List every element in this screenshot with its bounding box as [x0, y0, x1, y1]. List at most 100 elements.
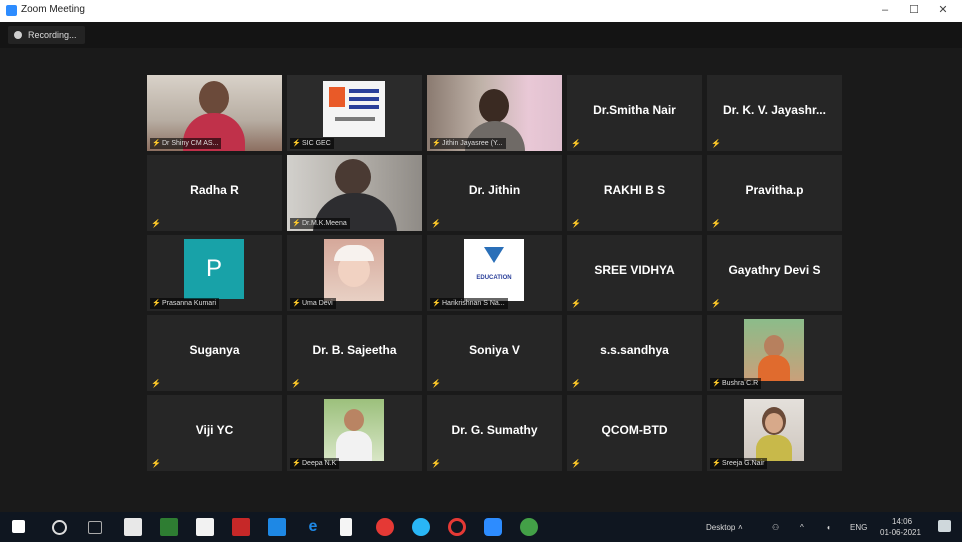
participant-tile[interactable]: ⚡ Dr.M.K.Meena	[287, 155, 422, 231]
participant-tile[interactable]: ⚡ Sreeja G.Nair	[707, 395, 842, 471]
mic-muted-icon: ⚡	[152, 300, 161, 307]
mic-muted-icon: ⚡	[712, 380, 721, 387]
participant-label: ⚡ SIC GEC	[290, 138, 334, 149]
participant-label: ⚡ Prasanna Kumari	[150, 298, 220, 309]
participant-tile[interactable]: s.s.sandhya ⚡	[567, 315, 702, 391]
participant-label: ⚡ Harikrishnan S Na...	[430, 298, 508, 309]
mic-muted-icon: ⚡	[292, 300, 301, 307]
app-icon[interactable]	[520, 518, 538, 536]
participant-tile[interactable]: Dr. G. Sumathy ⚡	[427, 395, 562, 471]
participant-tile[interactable]: RAKHI B S ⚡	[567, 155, 702, 231]
mic-muted-icon: ⚡	[711, 219, 721, 228]
participant-label-text: Harikrishnan S Na...	[442, 300, 505, 307]
language-indicator[interactable]: ENG	[850, 523, 867, 532]
person-silhouette	[335, 159, 371, 195]
mic-muted-icon: ⚡	[151, 219, 161, 228]
participant-name: Gayathry Devi S	[728, 263, 821, 277]
maximize-button[interactable]: ☐	[905, 2, 923, 18]
spreadsheet-icon[interactable]	[160, 518, 178, 536]
participant-photo	[744, 399, 804, 461]
participant-tile[interactable]: ⚡ Deepa N.K	[287, 395, 422, 471]
mic-muted-icon: ⚡	[432, 300, 441, 307]
participant-tile[interactable]: Viji YC ⚡	[147, 395, 282, 471]
search-icon[interactable]	[52, 520, 67, 535]
zoom-taskbar-icon[interactable]	[484, 518, 502, 536]
opera-icon[interactable]	[448, 518, 466, 536]
participant-name: Soniya V	[469, 343, 520, 357]
participant-tile[interactable]: Dr. B. Sajeetha ⚡	[287, 315, 422, 391]
participant-label-text: Bushra C.R	[722, 380, 759, 387]
mic-muted-icon: ⚡	[291, 379, 301, 388]
mic-muted-icon: ⚡	[292, 460, 301, 467]
window-title: Zoom Meeting	[21, 4, 85, 15]
participant-tile[interactable]: Dr.Smitha Nair ⚡	[567, 75, 702, 151]
person-silhouette	[199, 81, 229, 115]
participant-label-text: SIC GEC	[302, 140, 331, 147]
participant-tile[interactable]: Pravitha.p ⚡	[707, 155, 842, 231]
clock-time[interactable]: 14:06	[892, 517, 912, 526]
chevron-up-icon[interactable]: ˄	[738, 523, 743, 532]
mail-icon[interactable]	[124, 518, 142, 536]
participant-label: ⚡ Deepa N.K	[290, 458, 340, 469]
mic-muted-icon: ⚡	[292, 220, 301, 227]
people-icon[interactable]: ⚇	[772, 523, 779, 532]
tray-chevron-icon[interactable]: ^	[800, 523, 804, 532]
windows-taskbar: e Desktop ˄ ⚇ ^ ◖ ENG 14:06 01-06-2021	[0, 512, 962, 542]
participant-label-text: Uma Devi	[302, 300, 333, 307]
participant-tile[interactable]: ⚡ Uma Devi	[287, 235, 422, 311]
notifications-icon[interactable]	[938, 520, 951, 532]
recording-indicator[interactable]: Recording...	[8, 26, 85, 44]
mic-muted-icon: ⚡	[151, 459, 161, 468]
participant-name: s.s.sandhya	[600, 343, 669, 357]
close-button[interactable]: ✕	[934, 2, 952, 18]
participant-name: QCOM-BTD	[601, 423, 668, 437]
participant-name: SREE VIDHYA	[594, 263, 675, 277]
participant-name: Dr.Smitha Nair	[593, 103, 676, 117]
clock-date[interactable]: 01-06-2021	[880, 528, 921, 537]
minimize-button[interactable]: –	[876, 2, 894, 18]
participant-tile[interactable]: Gayathry Devi S ⚡	[707, 235, 842, 311]
participant-avatar: P	[184, 239, 244, 299]
volume-icon[interactable]: ◖	[826, 523, 831, 532]
browser-icon[interactable]	[412, 518, 430, 536]
participant-tile[interactable]: ⚡ SIC GEC	[287, 75, 422, 151]
participant-tile[interactable]: Radha R ⚡	[147, 155, 282, 231]
participant-tile[interactable]: Dr. K. V. Jayashr... ⚡	[707, 75, 842, 151]
meeting-topbar: Recording...	[0, 22, 962, 48]
avatar-initial: P	[205, 255, 222, 282]
record-icon	[14, 31, 22, 39]
participant-tile[interactable]: SREE VIDHYA ⚡	[567, 235, 702, 311]
mic-muted-icon: ⚡	[292, 140, 301, 147]
participant-tile[interactable]: ⚡ Bushra C.R	[707, 315, 842, 391]
store-icon[interactable]	[196, 518, 214, 536]
mic-muted-icon: ⚡	[712, 460, 721, 467]
participant-tile[interactable]: ⚡ Dr Shiny CM AS...	[147, 75, 282, 151]
participant-name: RAKHI B S	[603, 183, 666, 197]
file-icon[interactable]	[340, 518, 352, 536]
mic-muted-icon: ⚡	[151, 379, 161, 388]
edge-browser-icon[interactable]: e	[304, 518, 322, 536]
participant-name: Dr. B. Sajeetha	[312, 343, 397, 357]
participant-tile[interactable]: Dr. Jithin ⚡	[427, 155, 562, 231]
council-logo	[323, 81, 385, 137]
mic-muted-icon: ⚡	[571, 139, 581, 148]
participant-tile[interactable]: EDUCATION ⚡ Harikrishnan S Na...	[427, 235, 562, 311]
participant-tile[interactable]: Suganya ⚡	[147, 315, 282, 391]
windows-start-icon[interactable]	[12, 520, 25, 533]
participant-tile[interactable]: Soniya V ⚡	[427, 315, 562, 391]
taskbar-app-icon[interactable]	[268, 518, 286, 536]
mic-muted-icon: ⚡	[431, 459, 441, 468]
desktop-toolbar[interactable]: Desktop	[706, 523, 735, 532]
participant-tile[interactable]: ⚡ Jithin Jayasree (Y...	[427, 75, 562, 151]
participant-name: Dr. Jithin	[468, 183, 521, 197]
participant-tile[interactable]: QCOM-BTD ⚡	[567, 395, 702, 471]
participant-tile[interactable]: P ⚡ Prasanna Kumari	[147, 235, 282, 311]
participant-name: Pravitha.p	[745, 183, 804, 197]
presentation-icon[interactable]	[232, 518, 250, 536]
mic-muted-icon: ⚡	[571, 219, 581, 228]
task-view-icon[interactable]	[88, 521, 102, 534]
mic-muted-icon: ⚡	[431, 379, 441, 388]
mic-muted-icon: ⚡	[152, 140, 161, 147]
participant-label: ⚡ Sreeja G.Nair	[710, 458, 768, 469]
chrome-icon[interactable]	[376, 518, 394, 536]
